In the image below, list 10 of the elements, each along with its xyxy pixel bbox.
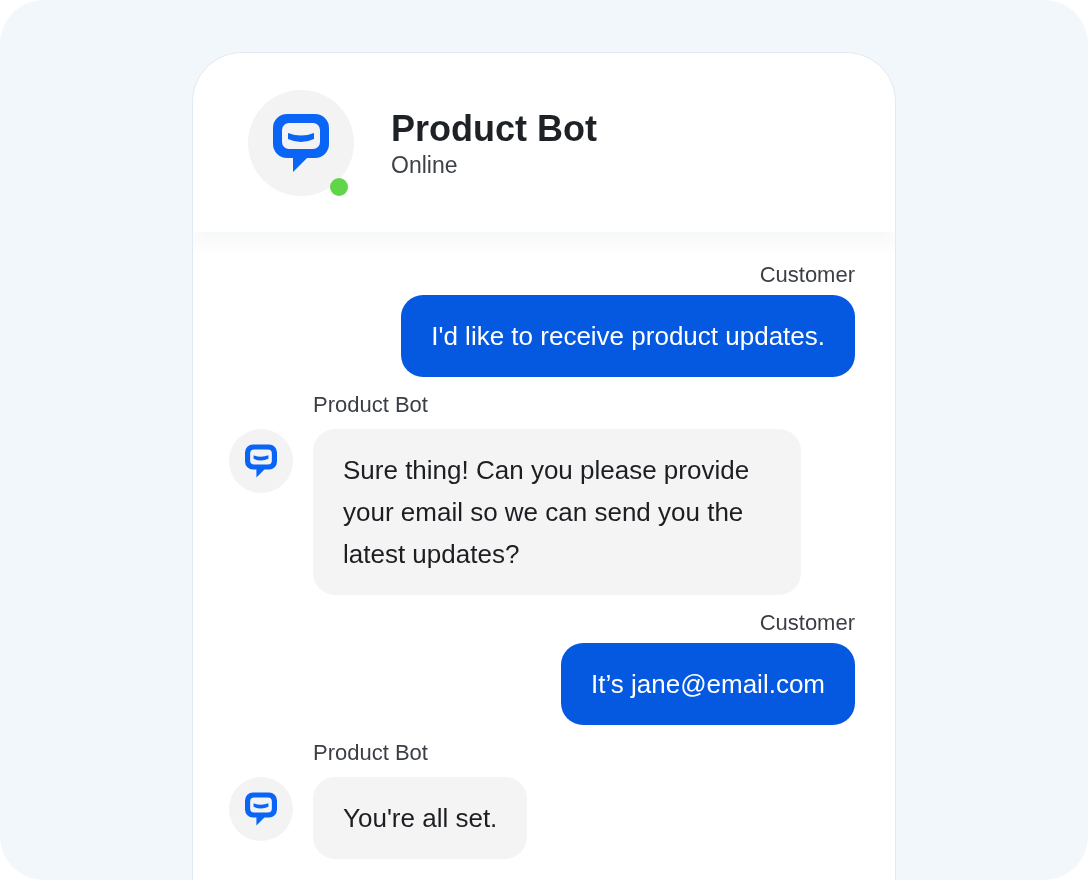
bot-name: Product Bot	[391, 106, 597, 151]
sender-label: Customer	[759, 610, 855, 636]
status-text: Online	[391, 150, 459, 179]
message-bubble: I'd like to receive product updates.	[401, 295, 855, 377]
message-bubble: It’s jane@email.com	[561, 643, 855, 725]
sender-label: Customer	[759, 262, 855, 288]
sender-label: Product Bot	[313, 740, 428, 766]
message-bubble: You're all set.	[313, 777, 528, 859]
message-bubble: Sure thing! Can you please provide your email so we can send you the latest updates?	[313, 429, 801, 595]
sender-label: Product Bot	[313, 392, 428, 418]
